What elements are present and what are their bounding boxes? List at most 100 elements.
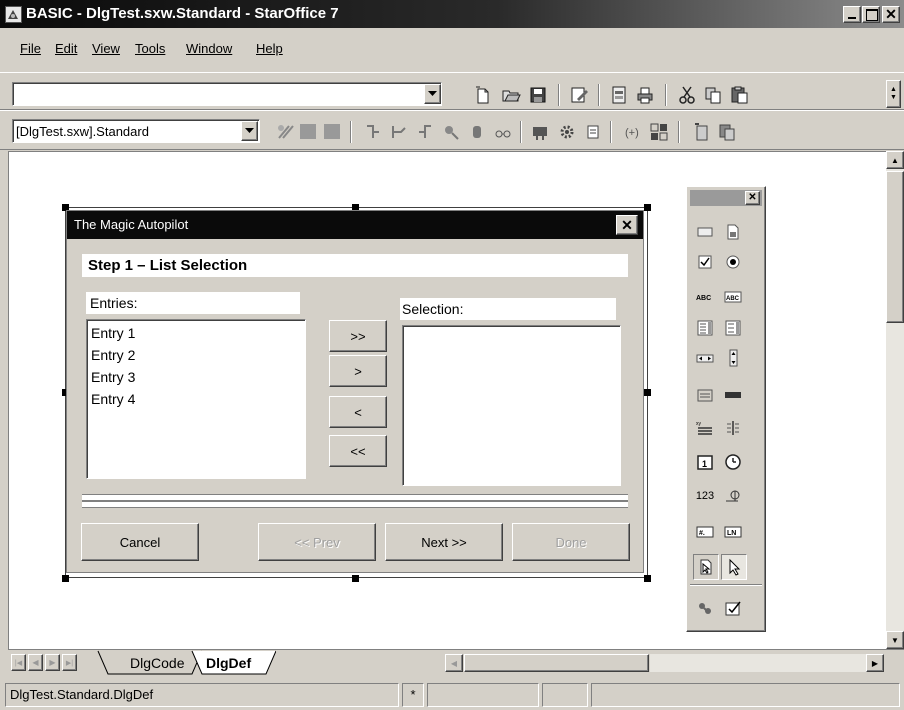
toolbox-close-button[interactable]: ✕ [745, 191, 760, 205]
list-item[interactable]: Entry 4 [87, 388, 305, 410]
menu-view[interactable]: View [92, 41, 120, 56]
new-document-button[interactable] [472, 84, 494, 106]
open-button[interactable] [500, 84, 522, 106]
save-button[interactable] [527, 84, 549, 106]
resize-handle-s[interactable] [352, 575, 359, 582]
next-button[interactable]: Next >> [385, 523, 503, 561]
stop-button[interactable] [324, 124, 340, 139]
currency-field-tool[interactable] [723, 486, 743, 506]
button-control-tool[interactable] [695, 222, 715, 242]
url-dropdown-button[interactable] [424, 84, 441, 104]
menu-window[interactable]: Window [186, 41, 232, 56]
list-item[interactable]: Entry 2 [87, 344, 305, 366]
menu-file[interactable]: File [20, 41, 41, 56]
catalog-icon [533, 127, 547, 140]
menu-help[interactable]: Help [256, 41, 283, 56]
scroll-down-button[interactable]: ▼ [886, 631, 904, 649]
toolbar-scroll-button[interactable]: ▲ ▼ [886, 80, 901, 108]
last-tab-button[interactable]: ▶| [62, 654, 77, 671]
copy-button[interactable] [702, 84, 724, 106]
hscroll-left-button[interactable]: ◀ [445, 654, 463, 672]
prev-tab-button[interactable]: ◀ [28, 654, 43, 671]
insert-source-text-button[interactable] [648, 121, 670, 143]
resize-handle-se[interactable] [644, 575, 651, 582]
scroll-thumb[interactable] [886, 171, 904, 323]
progressbar-control-tool[interactable] [723, 385, 743, 405]
scroll-up-button[interactable]: ▲ [886, 151, 904, 169]
properties-tool[interactable] [695, 598, 715, 618]
menu-tools[interactable]: Tools [135, 41, 165, 56]
formatted-field-tool[interactable]: #. [695, 522, 715, 542]
tab-dlgdef[interactable]: DlgDef [206, 655, 251, 671]
list-item[interactable]: Entry 1 [87, 322, 305, 344]
label-control-tool[interactable]: ABC [695, 287, 715, 307]
export-basic-button[interactable] [716, 121, 738, 143]
scrollbar-v-control-tool[interactable] [723, 348, 743, 368]
tab-dlgcode[interactable]: DlgCode [130, 655, 184, 671]
activate-test-mode-tool[interactable] [723, 598, 743, 618]
app-icon[interactable] [5, 6, 22, 23]
radio-control-tool[interactable] [723, 252, 743, 272]
modules-button[interactable] [582, 121, 604, 143]
hscroll-track[interactable] [650, 654, 866, 672]
prev-button[interactable]: << Prev [258, 523, 376, 561]
fixed-line-v-tool[interactable] [723, 418, 743, 438]
file-control-tool[interactable] [693, 554, 719, 580]
macros-button[interactable] [556, 121, 578, 143]
select-tool[interactable] [721, 554, 747, 580]
insert-controls-button[interactable]: (+) [622, 121, 644, 143]
library-select[interactable] [12, 119, 260, 143]
groupbox-control-tool[interactable] [695, 385, 715, 405]
single-step-button[interactable] [388, 121, 410, 143]
close-window-button[interactable]: ✕ [882, 6, 900, 23]
resize-handle-ne[interactable] [644, 204, 651, 211]
resize-handle-e[interactable] [644, 389, 651, 396]
list-item[interactable]: Entry 3 [87, 366, 305, 388]
entries-listbox[interactable]: Entry 1 Entry 2 Entry 3 Entry 4 [86, 319, 306, 479]
compile-button[interactable] [274, 121, 296, 143]
pattern-field-tool[interactable]: LN [723, 522, 743, 542]
resize-handle-sw[interactable] [62, 575, 69, 582]
add-button[interactable]: > [329, 355, 387, 387]
cancel-button[interactable]: Cancel [81, 523, 199, 561]
listbox-control-tool[interactable] [695, 318, 715, 338]
export-pdf-button[interactable] [608, 84, 630, 106]
run-button[interactable] [300, 124, 316, 139]
checkbox-control-tool[interactable] [695, 252, 715, 272]
first-tab-button[interactable]: |◀ [11, 654, 26, 671]
object-catalog-button[interactable] [530, 121, 552, 143]
fixed-line-h-tool[interactable]: xy [695, 418, 715, 438]
breakpoint-button[interactable] [440, 121, 462, 143]
scrollbar-h-control-tool[interactable] [695, 348, 715, 368]
remove-all-button[interactable]: << [329, 435, 387, 467]
maximize-button[interactable] [862, 6, 880, 23]
menu-edit[interactable]: Edit [55, 41, 77, 56]
add-all-button[interactable]: >> [329, 320, 387, 352]
image-control-tool[interactable] [723, 222, 743, 242]
find-parentheses-button[interactable] [492, 121, 514, 143]
done-button[interactable]: Done [512, 523, 630, 561]
hscroll-thumb[interactable] [464, 654, 649, 672]
numeric-field-tool[interactable]: 123 [695, 486, 715, 506]
edit-file-button[interactable] [568, 84, 590, 106]
calendar-icon: 1 [697, 455, 713, 470]
next-tab-button[interactable]: ▶ [45, 654, 60, 671]
library-dropdown-button[interactable] [241, 121, 258, 141]
hscroll-right-button[interactable]: ▶ [866, 654, 884, 672]
time-field-tool[interactable] [723, 452, 743, 472]
procedure-step-button[interactable] [362, 121, 384, 143]
cut-button[interactable] [676, 84, 698, 106]
watch-button[interactable] [466, 121, 488, 143]
step-back-button[interactable] [414, 121, 436, 143]
selection-listbox[interactable] [402, 325, 621, 486]
import-basic-button[interactable] [690, 121, 712, 143]
paste-button[interactable] [728, 84, 750, 106]
textfield-control-tool[interactable]: ABC [723, 287, 743, 307]
dialog-close-button[interactable]: ✕ [616, 215, 638, 235]
print-button[interactable] [634, 84, 656, 106]
minimize-button[interactable] [843, 6, 861, 23]
combobox-control-tool[interactable] [723, 318, 743, 338]
remove-button[interactable]: < [329, 396, 387, 428]
url-field[interactable] [12, 82, 442, 106]
date-field-tool[interactable]: 1 [695, 452, 715, 472]
